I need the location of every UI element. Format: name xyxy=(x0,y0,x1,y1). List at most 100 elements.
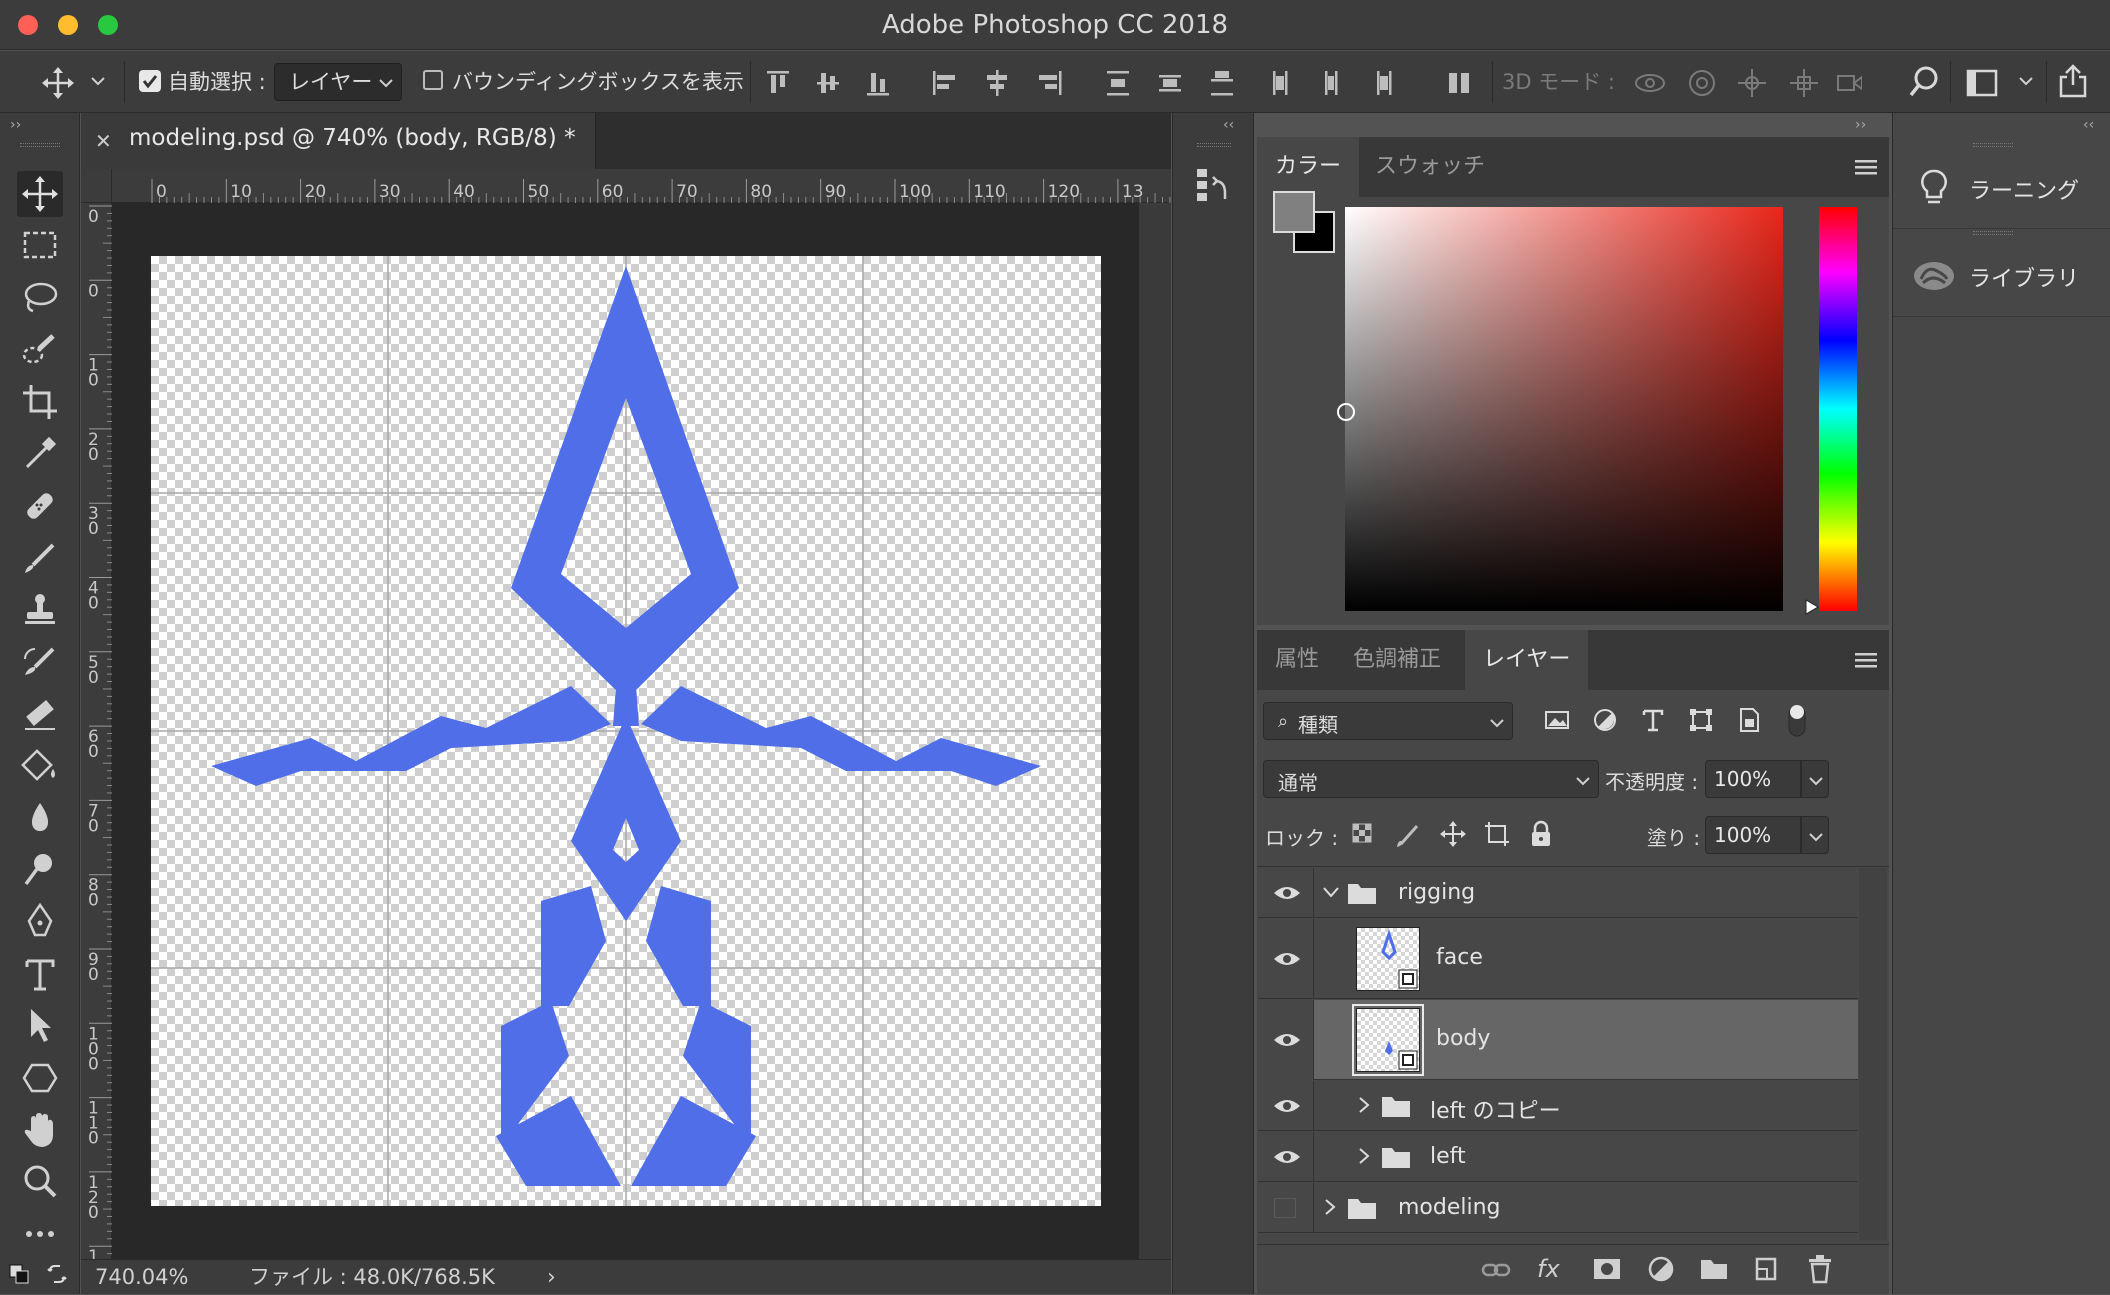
layers-scrollbar[interactable] xyxy=(1859,868,1887,1240)
eyedropper-tool[interactable] xyxy=(17,431,63,477)
tab-adjustments[interactable]: 色調補正 xyxy=(1335,630,1459,690)
collapse-dock-icon[interactable]: ›› xyxy=(1855,117,1866,133)
marquee-tool[interactable] xyxy=(17,223,63,269)
chevron-right-icon[interactable] xyxy=(1324,1198,1336,1216)
workspace-icon[interactable] xyxy=(1966,69,1998,97)
hand-tool[interactable] xyxy=(17,1107,63,1153)
opacity-slider-toggle[interactable] xyxy=(1801,760,1829,798)
auto-select-checkbox[interactable] xyxy=(138,69,162,93)
filter-toggle[interactable] xyxy=(1787,702,1807,738)
blend-mode-dropdown[interactable]: 通常 xyxy=(1263,760,1599,798)
auto-select-target-dropdown[interactable]: レイヤー xyxy=(274,63,402,101)
eye-icon[interactable] xyxy=(1272,1147,1302,1167)
search-icon[interactable] xyxy=(1908,65,1940,99)
collapse-strip-icon[interactable]: ‹‹ xyxy=(1223,117,1234,133)
vertical-scrollbar[interactable] xyxy=(1139,203,1171,1259)
layer-filter-dropdown[interactable]: ⌕ 種類 xyxy=(1263,702,1513,740)
lock-image-icon[interactable] xyxy=(1395,822,1419,848)
filter-pixel-icon[interactable] xyxy=(1543,706,1571,734)
swap-colors-icon[interactable] xyxy=(46,1263,68,1285)
trash-icon[interactable] xyxy=(1807,1254,1833,1284)
link-layers-icon[interactable] xyxy=(1481,1259,1511,1281)
eye-icon[interactable] xyxy=(1272,949,1302,969)
panel-grip[interactable] xyxy=(1973,231,2013,235)
zoom-level[interactable]: 740.04% xyxy=(95,1260,188,1295)
shape-tool[interactable] xyxy=(17,1055,63,1101)
panel-menu-icon[interactable] xyxy=(1855,159,1877,175)
eraser-tool[interactable] xyxy=(17,691,63,737)
eye-icon[interactable] xyxy=(1272,1030,1302,1050)
layer-row-rigging[interactable]: rigging xyxy=(1258,868,1858,918)
move-tool-preset-icon[interactable] xyxy=(40,65,76,101)
lock-artboard-icon[interactable] xyxy=(1483,820,1511,848)
layer-row-left-copy[interactable]: left のコピー xyxy=(1258,1081,1858,1131)
opacity-input[interactable]: 100% xyxy=(1705,760,1801,798)
learn-panel-item[interactable]: ラーニング xyxy=(1893,149,2110,229)
foreground-color-swatch[interactable] xyxy=(1273,191,1315,233)
history-brush-tool[interactable] xyxy=(17,639,63,685)
paint-bucket-tool[interactable] xyxy=(17,743,63,789)
toolbar-grip[interactable] xyxy=(20,143,60,147)
panel-grip[interactable] xyxy=(1973,143,2013,147)
color-picker-handle[interactable] xyxy=(1337,403,1355,421)
eye-icon[interactable] xyxy=(1272,1096,1302,1116)
chevron-down-icon[interactable] xyxy=(2018,75,2034,87)
fill-input[interactable]: 100% xyxy=(1705,816,1801,854)
tab-color[interactable]: カラー xyxy=(1257,137,1360,197)
chevron-right-icon[interactable] xyxy=(1358,1147,1370,1165)
brush-tool[interactable] xyxy=(17,535,63,581)
tab-properties[interactable]: 属性 xyxy=(1257,630,1337,690)
fill-slider-toggle[interactable] xyxy=(1801,816,1829,854)
path-selection-tool[interactable] xyxy=(17,1003,63,1049)
fx-icon[interactable]: fx xyxy=(1537,1255,1560,1283)
lasso-tool[interactable] xyxy=(17,275,63,321)
hue-slider-marker[interactable] xyxy=(1805,599,1819,615)
strip-grip[interactable] xyxy=(1197,143,1231,147)
crop-tool[interactable] xyxy=(17,379,63,425)
type-tool[interactable] xyxy=(17,951,63,997)
document-tab[interactable]: ✕ modeling.psd @ 740% (body, RGB/8) * xyxy=(81,113,596,169)
dodge-tool[interactable] xyxy=(17,847,63,893)
lock-transparent-icon[interactable] xyxy=(1351,822,1375,846)
eye-icon[interactable] xyxy=(1272,883,1302,903)
chevron-down-icon[interactable] xyxy=(90,75,106,87)
hue-slider[interactable] xyxy=(1819,207,1857,611)
blur-tool[interactable] xyxy=(17,795,63,841)
color-saturation-field[interactable] xyxy=(1337,207,1783,611)
filter-smart-object-icon[interactable] xyxy=(1735,706,1763,734)
layer-row-left[interactable]: left xyxy=(1258,1132,1858,1182)
layer-row-modeling[interactable]: modeling xyxy=(1258,1183,1858,1233)
libraries-panel-item[interactable]: ライブラリ xyxy=(1893,237,2110,317)
panel-menu-icon[interactable] xyxy=(1855,652,1877,668)
bounding-box-checkbox[interactable] xyxy=(423,70,443,90)
filter-adjustment-icon[interactable] xyxy=(1591,706,1619,734)
filter-type-icon[interactable] xyxy=(1639,706,1667,734)
layer-thumbnail[interactable] xyxy=(1356,927,1420,991)
edit-toolbar-icon[interactable] xyxy=(17,1211,63,1257)
chevron-down-icon[interactable] xyxy=(1322,886,1340,898)
tab-swatches[interactable]: スウォッチ xyxy=(1357,137,1503,197)
healing-brush-tool[interactable] xyxy=(17,483,63,529)
chevron-right-icon[interactable] xyxy=(1358,1096,1370,1114)
lock-position-icon[interactable] xyxy=(1439,820,1467,848)
collapse-side-panels-icon[interactable]: ‹‹ xyxy=(2083,117,2094,133)
tab-layers[interactable]: レイヤー xyxy=(1465,630,1589,690)
new-adjustment-layer-icon[interactable] xyxy=(1647,1255,1675,1283)
close-tab-icon[interactable]: ✕ xyxy=(95,129,112,153)
new-layer-icon[interactable] xyxy=(1753,1255,1779,1283)
pen-tool[interactable] xyxy=(17,899,63,945)
document-canvas[interactable] xyxy=(151,256,1101,1206)
collapse-toolbar-icon[interactable]: ›› xyxy=(10,117,21,133)
move-tool[interactable] xyxy=(17,171,63,217)
new-group-icon[interactable] xyxy=(1699,1257,1729,1281)
layer-thumbnail[interactable] xyxy=(1356,1008,1420,1072)
lock-all-icon[interactable] xyxy=(1529,820,1553,848)
add-mask-icon[interactable] xyxy=(1593,1257,1621,1281)
default-colors-icon[interactable] xyxy=(8,1263,30,1285)
clone-stamp-tool[interactable] xyxy=(17,587,63,633)
status-menu-arrow-icon[interactable]: › xyxy=(547,1260,556,1295)
ruler-origin[interactable] xyxy=(81,169,112,203)
zoom-tool[interactable] xyxy=(17,1159,63,1205)
hidden-visibility-toggle[interactable] xyxy=(1274,1198,1296,1218)
quick-selection-tool[interactable] xyxy=(17,327,63,373)
